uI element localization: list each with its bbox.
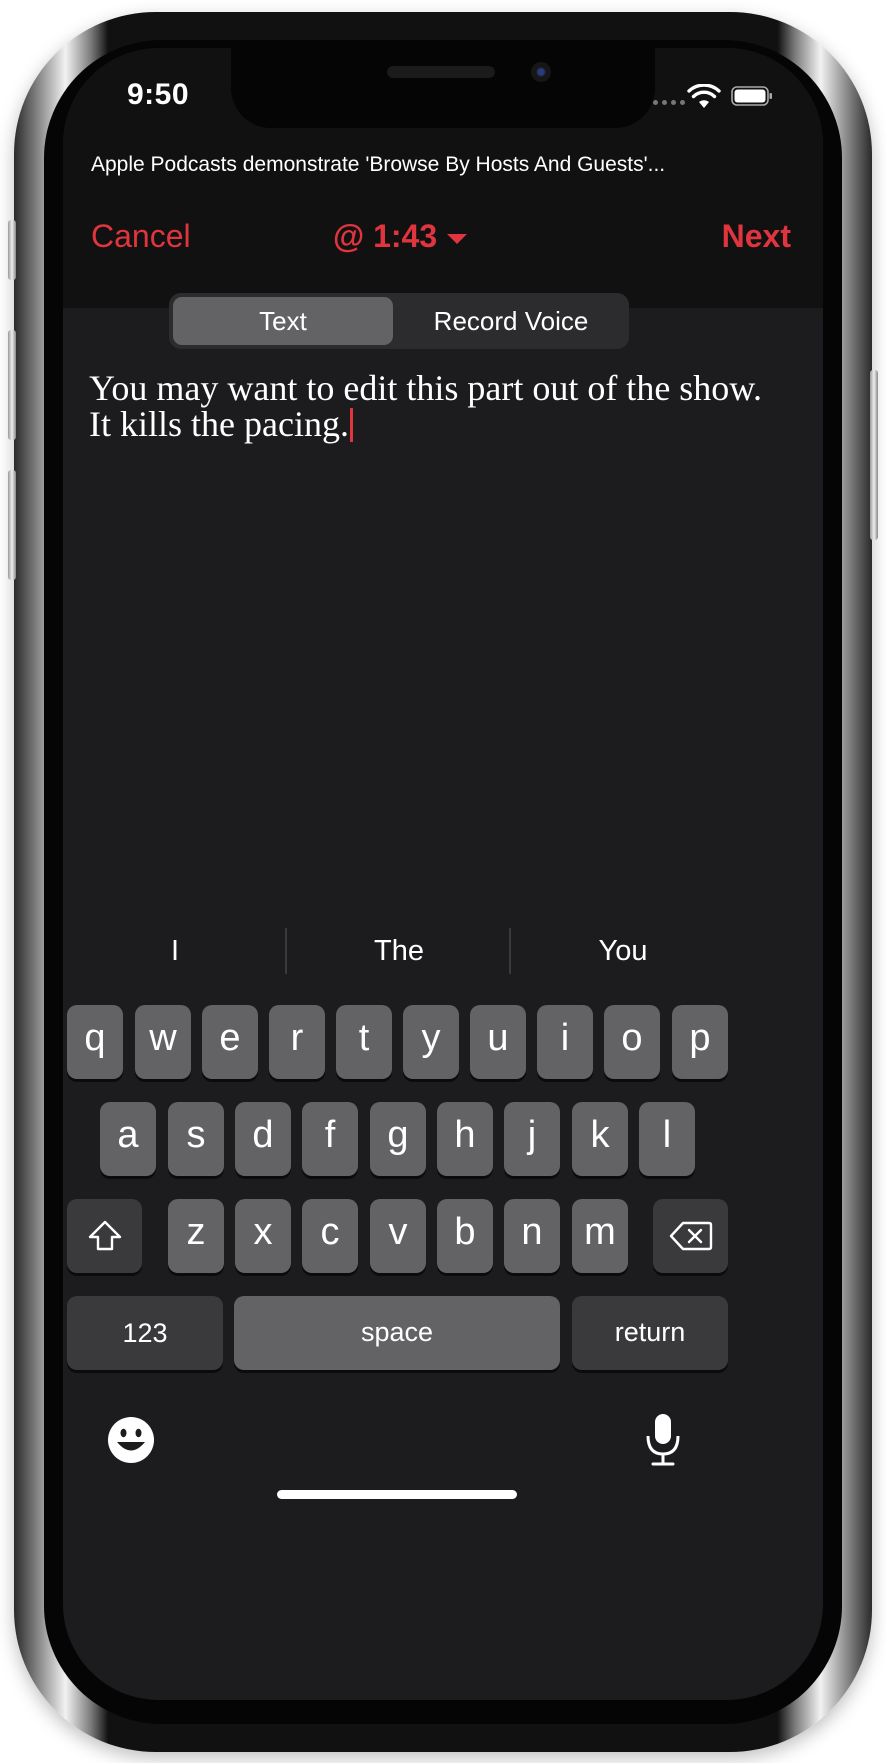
- key-k[interactable]: k: [572, 1102, 628, 1176]
- suggestion-2[interactable]: The: [287, 928, 511, 974]
- key-e[interactable]: e: [202, 1005, 258, 1079]
- shift-icon: [88, 1220, 121, 1251]
- key-i[interactable]: i: [537, 1005, 593, 1079]
- microphone-icon[interactable]: [643, 1412, 683, 1468]
- compose-text: You may want to edit this part out of th…: [89, 368, 762, 444]
- timestamp-picker[interactable]: @ 1:43: [333, 218, 468, 255]
- predictive-bar: I The You: [63, 928, 823, 974]
- episode-title: Apple Podcasts demonstrate 'Browse By Ho…: [91, 153, 666, 176]
- suggestion-1[interactable]: I: [63, 928, 287, 974]
- key-h[interactable]: h: [437, 1102, 493, 1176]
- key-d[interactable]: d: [235, 1102, 291, 1176]
- key-f[interactable]: f: [302, 1102, 358, 1176]
- status-time: 9:50: [127, 78, 190, 111]
- screen: 9:50 Apple Podcasts demonstrate 'Browse …: [63, 48, 823, 1700]
- suggestion-3[interactable]: You: [511, 928, 735, 974]
- return-key[interactable]: return: [572, 1296, 728, 1370]
- wifi-icon: [687, 84, 721, 108]
- compose-text-area[interactable]: You may want to edit this part out of th…: [89, 370, 789, 442]
- key-z[interactable]: z: [168, 1199, 224, 1273]
- key-a[interactable]: a: [100, 1102, 156, 1176]
- chevron-down-icon: [447, 233, 468, 244]
- home-indicator[interactable]: [277, 1490, 517, 1499]
- text-cursor: [349, 408, 353, 442]
- segment-text[interactable]: Text: [173, 297, 393, 345]
- notch: [231, 48, 655, 128]
- key-o[interactable]: o: [604, 1005, 660, 1079]
- space-key[interactable]: space: [234, 1296, 560, 1370]
- delete-icon: [669, 1221, 712, 1251]
- key-m[interactable]: m: [572, 1199, 628, 1273]
- segmented-control: Text Record Voice: [169, 293, 629, 349]
- key-q[interactable]: q: [67, 1005, 123, 1079]
- segment-record-voice[interactable]: Record Voice: [397, 297, 625, 345]
- key-l[interactable]: l: [639, 1102, 695, 1176]
- shift-key[interactable]: [67, 1199, 142, 1273]
- cellular-signal-icon: [653, 100, 685, 105]
- numbers-key[interactable]: 123: [67, 1296, 223, 1370]
- timestamp-label: @ 1:43: [333, 218, 438, 254]
- next-button[interactable]: Next: [722, 218, 791, 255]
- key-s[interactable]: s: [168, 1102, 224, 1176]
- key-p[interactable]: p: [672, 1005, 728, 1079]
- key-x[interactable]: x: [235, 1199, 291, 1273]
- cancel-button[interactable]: Cancel: [91, 218, 191, 255]
- key-r[interactable]: r: [269, 1005, 325, 1079]
- delete-key[interactable]: [653, 1199, 728, 1273]
- key-y[interactable]: y: [403, 1005, 459, 1079]
- key-v[interactable]: v: [370, 1199, 426, 1273]
- key-j[interactable]: j: [504, 1102, 560, 1176]
- key-b[interactable]: b: [437, 1199, 493, 1273]
- front-camera: [531, 62, 551, 82]
- key-w[interactable]: w: [135, 1005, 191, 1079]
- key-g[interactable]: g: [370, 1102, 426, 1176]
- key-c[interactable]: c: [302, 1199, 358, 1273]
- battery-icon: [731, 86, 772, 106]
- key-t[interactable]: t: [336, 1005, 392, 1079]
- key-n[interactable]: n: [504, 1199, 560, 1273]
- speaker: [387, 66, 495, 78]
- key-u[interactable]: u: [470, 1005, 526, 1079]
- emoji-icon[interactable]: [106, 1415, 156, 1465]
